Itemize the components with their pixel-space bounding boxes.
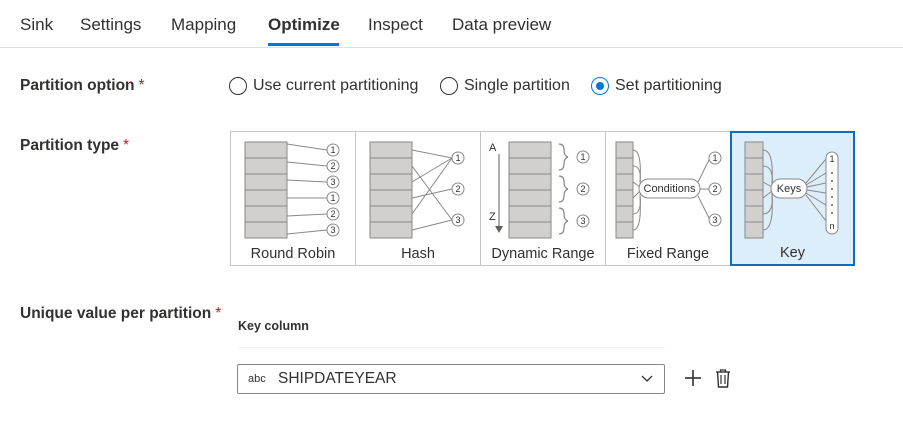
svg-text:n: n (829, 221, 834, 231)
tab-bar: Sink Settings Mapping Optimize Inspect D… (0, 0, 903, 48)
partition-tile-round-robin[interactable]: 1 2 3 1 2 3 Round Robin (230, 131, 356, 266)
tile-label: Key (780, 245, 805, 261)
tile-label: Round Robin (250, 246, 336, 262)
svg-text:2: 2 (580, 184, 585, 194)
radio-label: Single partition (464, 77, 570, 94)
partition-tile-fixed-range[interactable]: Conditions 1 2 3 Fixed Range (605, 131, 731, 266)
svg-text:1: 1 (455, 153, 460, 163)
key-column-header: Key column (238, 319, 309, 333)
tile-label: Fixed Range (626, 246, 710, 262)
svg-text:Conditions: Conditions (644, 183, 696, 195)
unique-value-label: Unique value per partition * (20, 305, 222, 322)
dropdown-selected-value: SHIPDATEYEAR (278, 370, 397, 387)
required-mark: * (123, 137, 130, 154)
radio-button-selected[interactable] (591, 77, 609, 95)
divider (238, 347, 665, 348)
svg-text:1: 1 (829, 154, 834, 164)
fixed-range-icon: Conditions 1 2 3 (615, 141, 722, 239)
tab-mapping[interactable]: Mapping (171, 15, 236, 35)
svg-text:3: 3 (455, 215, 460, 225)
radio-button[interactable] (229, 77, 247, 95)
tab-inspect[interactable]: Inspect (368, 15, 423, 35)
tile-label: Hash (401, 246, 435, 262)
svg-text:1: 1 (330, 145, 335, 155)
radio-single-partition[interactable]: Single partition (440, 75, 570, 97)
tab-data-preview[interactable]: Data preview (452, 15, 551, 35)
svg-text:3: 3 (712, 215, 717, 225)
partition-tile-key[interactable]: Keys 1 n Key (730, 131, 855, 266)
svg-text:2: 2 (330, 209, 335, 219)
tab-sink[interactable]: Sink (20, 15, 53, 35)
svg-text:Keys: Keys (777, 183, 802, 195)
tile-label: Dynamic Range (491, 246, 595, 262)
required-mark: * (138, 77, 145, 94)
svg-text:2: 2 (330, 161, 335, 171)
round-robin-icon: 1 2 3 1 2 3 (244, 141, 340, 239)
partition-tile-hash[interactable]: 1 2 3 Hash (355, 131, 481, 266)
chevron-down-icon[interactable] (640, 372, 654, 386)
svg-text:3: 3 (330, 225, 335, 235)
svg-text:1: 1 (580, 152, 585, 162)
radio-set-partitioning[interactable]: Set partitioning (591, 75, 722, 97)
svg-text:1: 1 (330, 193, 335, 203)
svg-text:2: 2 (712, 184, 717, 194)
key-icon: Keys 1 n (744, 141, 839, 239)
radio-label: Use current partitioning (253, 77, 419, 94)
plus-icon[interactable] (683, 368, 703, 388)
partition-type-label: Partition type * (20, 137, 130, 154)
svg-text:2: 2 (455, 184, 460, 194)
trash-icon[interactable] (713, 368, 733, 389)
radio-label: Set partitioning (615, 77, 722, 94)
radio-use-current-partitioning[interactable]: Use current partitioning (229, 75, 418, 97)
svg-text:A: A (489, 142, 497, 154)
svg-text:Z: Z (489, 211, 496, 223)
partition-option-label: Partition option * (20, 77, 145, 94)
hash-icon: 1 2 3 (369, 141, 465, 239)
partition-tile-dynamic-range[interactable]: A Z 1 2 3 Dynamic Range (480, 131, 606, 266)
svg-text:1: 1 (712, 153, 717, 163)
active-tab-indicator (268, 43, 339, 46)
dynamic-range-icon: A Z 1 2 3 (489, 141, 590, 239)
key-column-dropdown[interactable]: abc SHIPDATEYEAR (237, 364, 665, 394)
svg-text:3: 3 (580, 216, 585, 226)
string-type-badge: abc (248, 373, 266, 385)
required-mark: * (215, 305, 222, 322)
tab-optimize[interactable]: Optimize (268, 15, 340, 35)
tab-settings[interactable]: Settings (80, 15, 141, 35)
radio-button[interactable] (440, 77, 458, 95)
svg-text:3: 3 (330, 177, 335, 187)
